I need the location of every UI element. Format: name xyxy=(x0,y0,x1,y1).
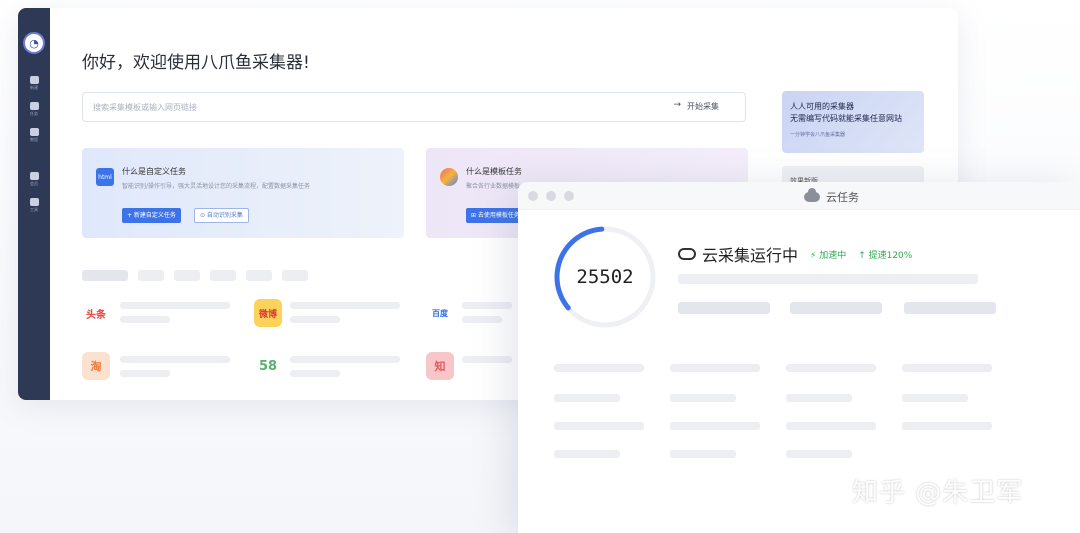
skeleton-tab xyxy=(210,270,236,281)
sidebar: ◔ 新建 任务 教程 会员 工具 xyxy=(18,8,50,400)
promo-banner[interactable]: 人人可用的采集器 无需编写代码就能采集任意网站 一分钟学会八爪鱼采集器 xyxy=(782,91,924,153)
task-icon xyxy=(29,102,39,110)
window-dot-icon[interactable] xyxy=(528,191,538,201)
window-dot-icon[interactable] xyxy=(546,191,556,201)
status-text: 云采集运行中 xyxy=(702,246,799,265)
skeleton-line xyxy=(554,450,620,458)
skeleton-line xyxy=(790,302,882,314)
skeleton-line xyxy=(678,274,978,284)
weibo-icon[interactable]: 微博 xyxy=(254,299,282,327)
baidu-icon[interactable]: 百度 xyxy=(426,299,454,327)
skeleton-line xyxy=(554,394,620,402)
custom-task-card[interactable]: html 什么是自定义任务 智能识别/操作引导，强大灵活地设计您的采集流程，配置… xyxy=(82,148,404,238)
skeleton-line xyxy=(670,364,760,372)
skeleton-line xyxy=(902,364,992,372)
skeleton-tab xyxy=(138,270,164,281)
sidebar-item-tutorial[interactable]: 教程 xyxy=(18,124,50,146)
vip-icon xyxy=(29,172,39,180)
skeleton-line xyxy=(902,394,968,402)
speed-badge: ⚡ 加速中 xyxy=(810,250,847,261)
page-title: 你好，欢迎使用八爪鱼采集器! xyxy=(82,53,310,73)
cloud-outline-icon xyxy=(678,248,696,260)
skeleton-line xyxy=(120,356,230,363)
auto-detect-button[interactable]: ⊙ 自动识别采集 xyxy=(194,208,249,223)
taobao-icon[interactable]: 淘 xyxy=(82,352,110,380)
skeleton-line xyxy=(670,394,736,402)
skeleton-line xyxy=(678,302,770,314)
cloud-icon xyxy=(804,188,820,202)
window-dot-icon[interactable] xyxy=(564,191,574,201)
skeleton-line xyxy=(290,316,340,323)
use-template-button[interactable]: ⊞ 去使用模板任务 xyxy=(466,208,525,223)
skeleton-line xyxy=(462,356,512,363)
rate-badge: ↑ 提速120% xyxy=(858,250,913,261)
skeleton-line xyxy=(904,302,996,314)
skeleton-line xyxy=(786,364,876,372)
window-title-text: 云任务 xyxy=(826,191,859,204)
search-bar[interactable]: 搜索采集模板或输入网页链接 → 开始采集 xyxy=(82,92,746,122)
sidebar-item-label: 任务 xyxy=(30,111,38,116)
skeleton-line xyxy=(786,450,852,458)
sidebar-item-tool[interactable]: 工具 xyxy=(18,194,50,216)
start-collect-button[interactable]: 开始采集 xyxy=(687,101,719,112)
sidebar-item-label: 教程 xyxy=(30,137,38,142)
skeleton-line xyxy=(554,422,644,430)
promo-subtitle: 无需编写代码就能采集任意网站 xyxy=(790,114,902,123)
skeleton-tab xyxy=(82,270,128,281)
promo-caption: 一分钟学会八爪鱼采集器 xyxy=(790,132,846,138)
card-title: 什么是自定义任务 xyxy=(122,167,186,176)
watermark: 知乎 @朱卫军 xyxy=(852,478,1024,508)
skeleton-tab xyxy=(282,270,308,281)
search-input[interactable]: 搜索采集模板或输入网页链接 xyxy=(93,102,197,113)
tool-icon xyxy=(29,198,39,206)
skeleton-line xyxy=(670,450,736,458)
sidebar-item-new[interactable]: 新建 xyxy=(18,72,50,94)
skeleton-line xyxy=(554,364,644,372)
skeleton-line xyxy=(462,302,512,309)
skeleton-line xyxy=(120,370,170,377)
template-icon xyxy=(440,168,458,186)
window-titlebar[interactable]: 云任务 xyxy=(518,182,1080,210)
skeleton-line xyxy=(290,302,400,309)
promo-title: 人人可用的采集器 xyxy=(790,102,854,111)
collected-count: 25502 xyxy=(576,266,634,288)
zhihu-icon[interactable]: 知 xyxy=(426,352,454,380)
html-icon: html xyxy=(96,168,114,186)
skeleton-line xyxy=(902,422,992,430)
skeleton-line xyxy=(462,316,502,323)
card-description: 智能识别/操作引导，强大灵活地设计您的采集流程，配置数据采集任务 xyxy=(122,183,311,190)
sidebar-item-label: 工具 xyxy=(30,207,38,212)
card-title: 什么是模板任务 xyxy=(466,167,522,176)
new-custom-task-button[interactable]: + 新建自定义任务 xyxy=(122,208,181,223)
run-status: 云采集运行中 ⚡ 加速中 ↑ 提速120% xyxy=(678,242,912,266)
skeleton-tab xyxy=(246,270,272,281)
toutiao-icon[interactable]: 头条 xyxy=(82,299,110,327)
app-logo-icon[interactable]: ◔ xyxy=(23,32,45,54)
new-icon xyxy=(29,76,39,84)
tutorial-icon xyxy=(29,128,39,136)
skeleton-line xyxy=(786,422,876,430)
arrow-right-icon: → xyxy=(673,100,681,110)
skeleton-tab xyxy=(174,270,200,281)
skeleton-line xyxy=(670,422,760,430)
sidebar-item-vip[interactable]: 会员 xyxy=(18,168,50,190)
skeleton-line xyxy=(120,316,170,323)
skeleton-line xyxy=(290,356,400,363)
skeleton-line xyxy=(786,394,852,402)
window-title: 云任务 xyxy=(804,188,859,205)
stage: ◔ 新建 任务 教程 会员 工具 你好，欢迎使用八爪鱼采集器! 搜索采集模板或输… xyxy=(0,0,1080,533)
sidebar-item-label: 会员 xyxy=(30,181,38,186)
58-icon[interactable]: 58 xyxy=(254,352,282,380)
skeleton-line xyxy=(290,370,340,377)
sidebar-item-label: 新建 xyxy=(30,85,38,90)
skeleton-line xyxy=(120,302,230,309)
sidebar-item-task[interactable]: 任务 xyxy=(18,98,50,120)
